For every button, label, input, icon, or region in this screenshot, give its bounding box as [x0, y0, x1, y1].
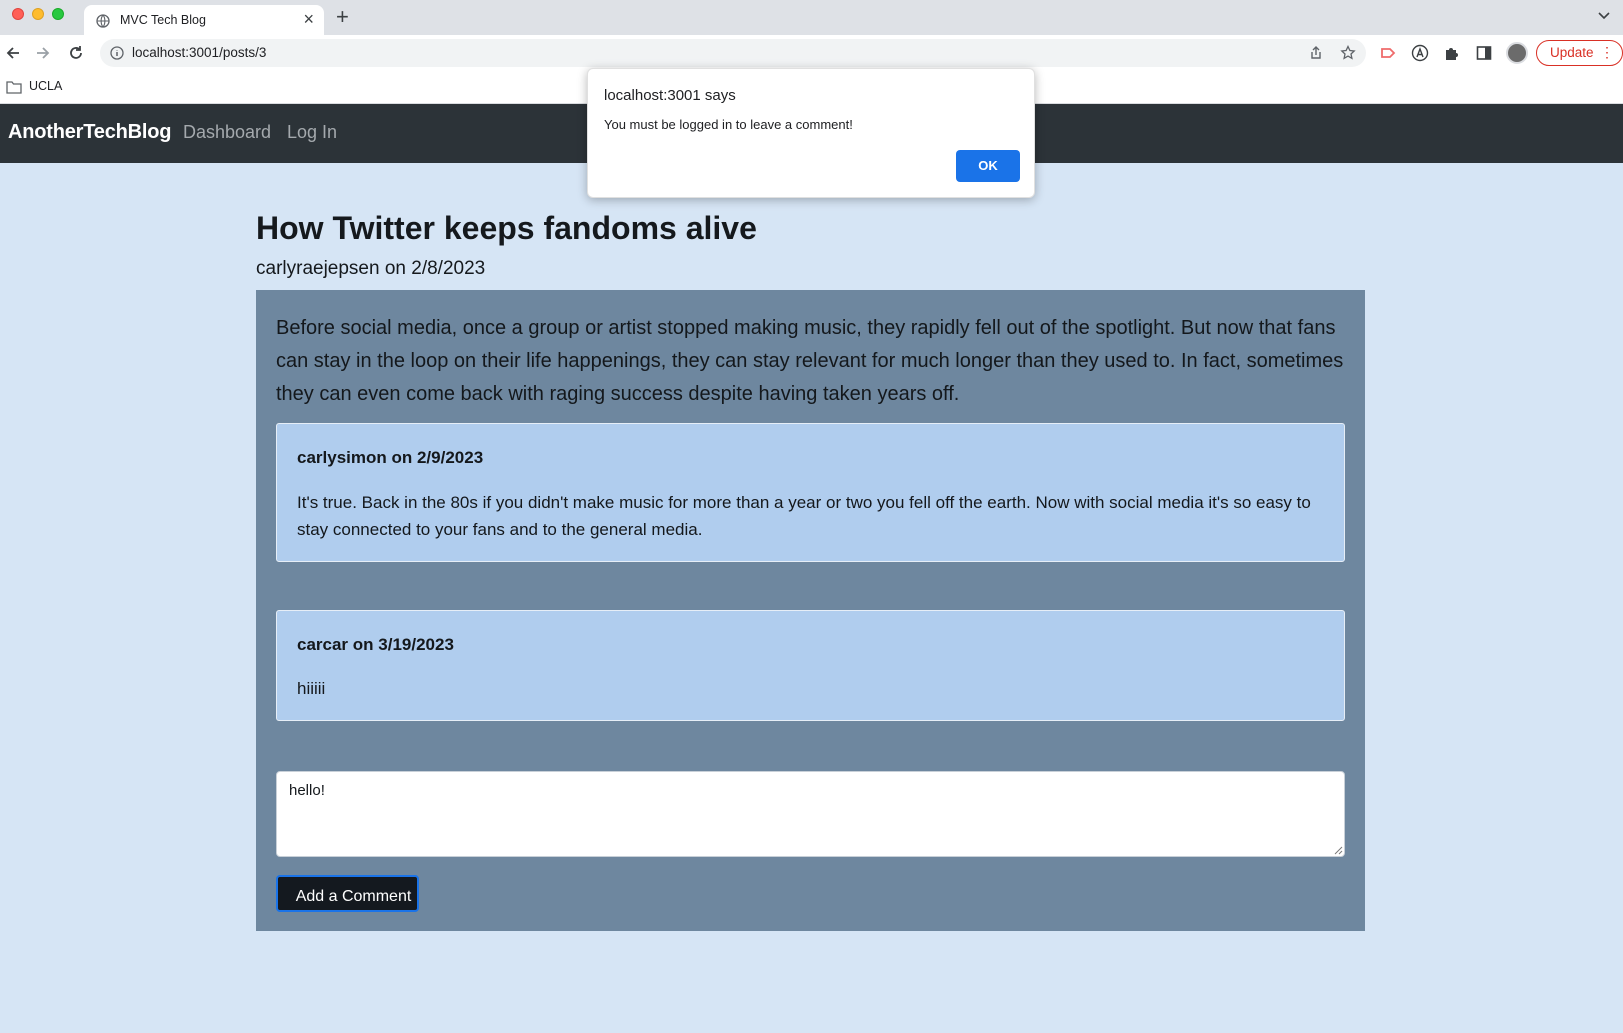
side-panel-icon[interactable]: [1475, 44, 1493, 62]
more-menu-icon: ⋮: [1600, 44, 1614, 60]
tab-title: MVC Tech Blog: [120, 13, 206, 27]
comment-textarea[interactable]: hello!: [276, 771, 1345, 857]
accessibility-extension-icon[interactable]: [1411, 44, 1429, 62]
post-panel: Before social media, once a group or art…: [256, 290, 1365, 931]
nav-dashboard-link[interactable]: Dashboard: [183, 122, 271, 143]
maximize-window-button[interactable]: [52, 8, 64, 20]
update-label: Update: [1550, 45, 1594, 60]
site-brand[interactable]: AnotherTechBlog: [8, 121, 171, 144]
back-arrow-icon[interactable]: [4, 44, 22, 62]
folder-icon: [6, 81, 22, 94]
chevron-down-icon[interactable]: [1597, 8, 1611, 22]
post-body: Before social media, once a group or art…: [276, 317, 1344, 405]
browser-tab-strip: MVC Tech Blog × +: [0, 0, 1623, 35]
comment-card: carlysimon on 2/9/2023 It's true. Back i…: [276, 423, 1345, 562]
comment-text: hiiiii: [297, 679, 326, 698]
new-tab-icon[interactable]: +: [336, 5, 349, 29]
globe-icon: [96, 14, 110, 28]
url-text: localhost:3001/posts/3: [132, 45, 267, 60]
address-bar[interactable]: localhost:3001/posts/3: [100, 39, 1366, 67]
close-tab-icon[interactable]: ×: [303, 9, 314, 29]
bookmark-star-icon[interactable]: [1340, 45, 1356, 61]
profile-avatar[interactable]: [1506, 42, 1528, 64]
browser-tab[interactable]: MVC Tech Blog ×: [84, 5, 324, 35]
comment-text: It's true. Back in the 80s if you didn't…: [297, 493, 1311, 539]
alert-ok-button[interactable]: OK: [956, 150, 1020, 182]
close-window-button[interactable]: [12, 8, 24, 20]
site-info-icon[interactable]: [110, 46, 124, 60]
forward-arrow-icon[interactable]: [34, 44, 52, 62]
post-meta: carlyraejepsen on 2/8/2023: [256, 258, 486, 279]
reload-icon[interactable]: [67, 44, 85, 62]
resize-grip-icon[interactable]: [1334, 846, 1343, 855]
comment-meta: carcar on 3/19/2023: [297, 635, 454, 654]
browser-toolbar: localhost:3001/posts/3 Update ⋮: [0, 35, 1623, 71]
update-button[interactable]: Update ⋮: [1536, 40, 1623, 66]
nav-login-link[interactable]: Log In: [287, 122, 337, 143]
alert-message: You must be logged in to leave a comment…: [604, 117, 853, 132]
alert-dialog: localhost:3001 says You must be logged i…: [587, 68, 1035, 198]
extensions-puzzle-icon[interactable]: [1443, 44, 1461, 62]
comment-card: carcar on 3/19/2023 hiiiii: [276, 610, 1345, 721]
add-comment-button[interactable]: Add a Comment: [276, 875, 419, 912]
minimize-window-button[interactable]: [32, 8, 44, 20]
share-icon[interactable]: [1308, 45, 1324, 61]
post-title: How Twitter keeps fandoms alive: [256, 210, 757, 246]
comment-meta: carlysimon on 2/9/2023: [297, 448, 484, 467]
cast-extension-icon[interactable]: [1379, 44, 1397, 62]
bookmark-ucla[interactable]: UCLA: [29, 79, 62, 93]
alert-origin: localhost:3001 says: [604, 87, 736, 104]
